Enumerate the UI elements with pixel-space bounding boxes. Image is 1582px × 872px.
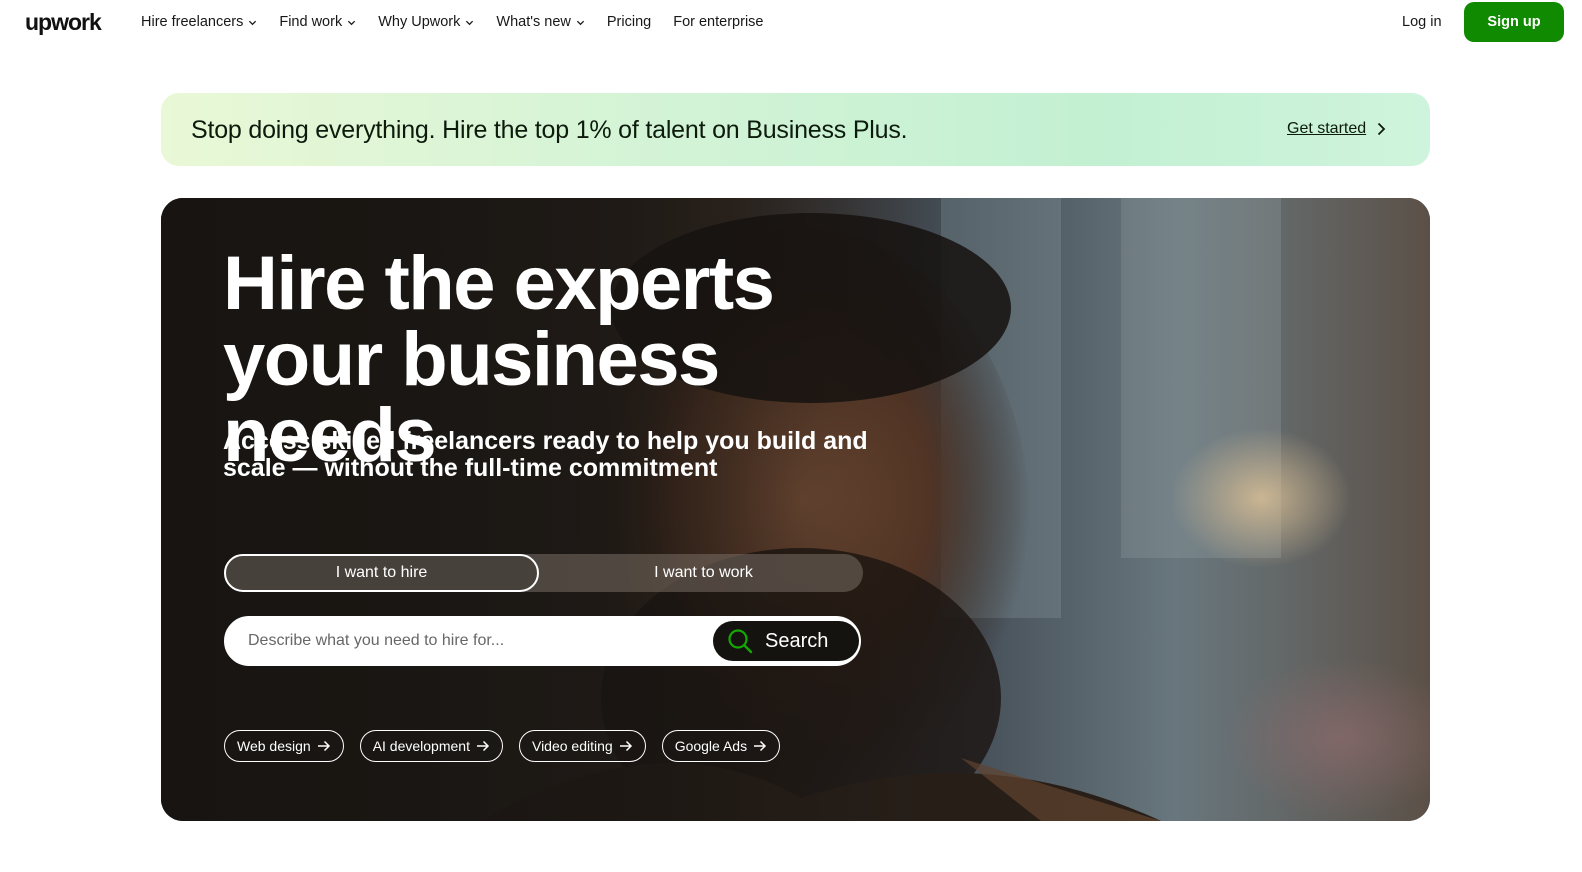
chevron-right-icon <box>1378 122 1386 136</box>
nav-label: Why Upwork <box>378 14 461 30</box>
search-button[interactable]: Search <box>713 621 859 661</box>
chevron-down-icon <box>249 20 257 25</box>
nav-label: Hire freelancers <box>141 14 244 30</box>
search-icon <box>728 629 753 654</box>
search-button-label: Search <box>765 630 829 652</box>
chip-google-ads[interactable]: Google Ads <box>661 730 781 762</box>
chevron-down-icon <box>466 20 474 25</box>
nav-why-upwork[interactable]: Why Upwork <box>378 12 474 32</box>
arrow-right-icon <box>476 740 490 752</box>
suggestion-chips: Web design AI development Video editing … <box>224 730 796 762</box>
promo-banner: Stop doing everything. Hire the top 1% o… <box>161 93 1430 166</box>
search-input[interactable] <box>248 618 708 664</box>
nav-find-work[interactable]: Find work <box>279 12 356 32</box>
hero-section: Hire the experts your business needs Acc… <box>161 198 1430 821</box>
nav-label: Find work <box>279 14 343 30</box>
site-header: upwork Hire freelancers Find work Why Up… <box>0 0 1582 44</box>
nav-hire-freelancers[interactable]: Hire freelancers <box>141 12 257 32</box>
arrow-right-icon <box>317 740 330 752</box>
nav-pricing[interactable]: Pricing <box>607 12 651 32</box>
nav-whats-new[interactable]: What's new <box>496 12 585 32</box>
nav-label: For enterprise <box>673 14 764 30</box>
chevron-down-icon <box>576 20 584 25</box>
nav-label: Pricing <box>606 14 652 30</box>
chevron-down-icon <box>348 20 356 25</box>
promo-text: Stop doing everything. Hire the top 1% o… <box>191 116 908 144</box>
hero-search-bar: Search <box>224 616 861 666</box>
arrow-right-icon <box>754 740 767 752</box>
toggle-i-want-to-work[interactable]: I want to work <box>544 554 863 592</box>
get-started-label: Get started <box>1287 120 1367 137</box>
hire-work-toggle: I want to hire I want to work <box>224 554 863 592</box>
toggle-i-want-to-hire[interactable]: I want to hire <box>224 554 539 592</box>
upwork-logo[interactable]: upwork <box>25 8 102 36</box>
arrow-right-icon <box>619 740 632 752</box>
chip-label: Google Ads <box>674 738 748 754</box>
chip-ai-development[interactable]: AI development <box>359 730 503 762</box>
chip-video-editing[interactable]: Video editing <box>518 730 646 762</box>
chip-label: Video editing <box>531 738 613 754</box>
login-link[interactable]: Log in <box>1402 12 1442 32</box>
nav-for-enterprise[interactable]: For enterprise <box>673 12 763 32</box>
nav-label: What's new <box>496 14 571 30</box>
chip-label: AI development <box>372 738 470 754</box>
get-started-link[interactable]: Get started <box>1287 119 1387 139</box>
logo-text: upwork <box>25 9 102 35</box>
signup-button[interactable]: Sign up <box>1464 2 1564 42</box>
chip-web-design[interactable]: Web design <box>224 730 344 762</box>
chip-label: Web design <box>237 738 311 754</box>
hero-subtitle: Access skilled freelancers ready to help… <box>223 427 868 482</box>
main-nav: Hire freelancers Find work Why Upwork Wh… <box>141 12 785 32</box>
